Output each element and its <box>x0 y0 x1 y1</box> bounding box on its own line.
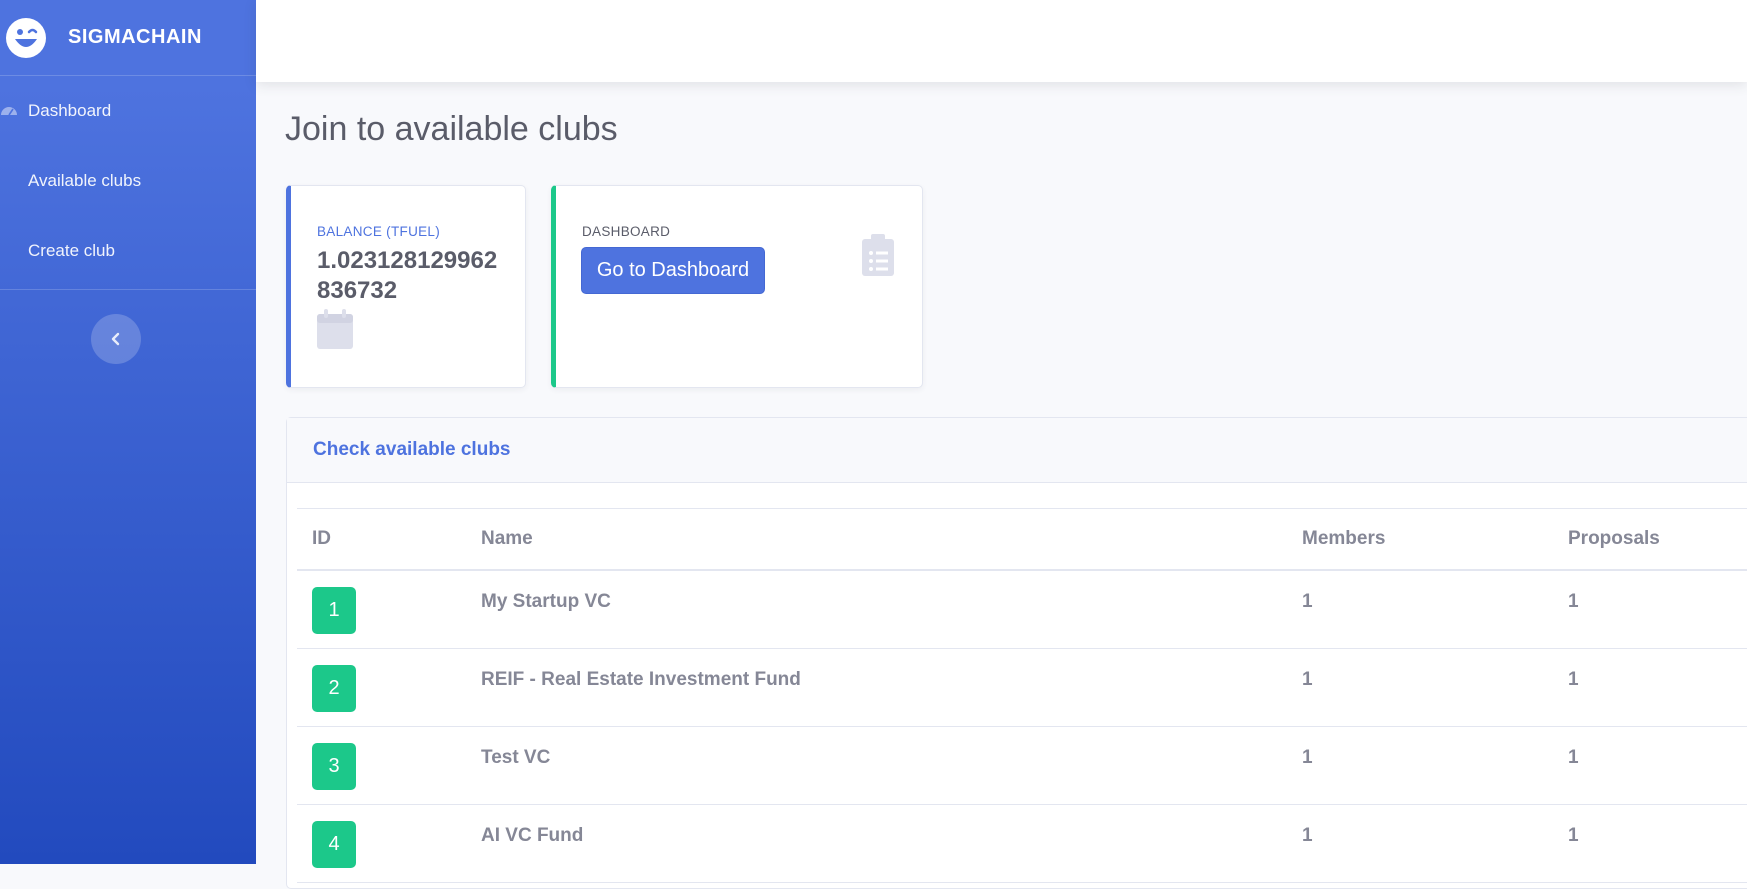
club-proposals: 1 <box>1568 747 1579 768</box>
club-members: 1 <box>1302 669 1313 690</box>
column-header-proposals: Proposals <box>1568 508 1747 571</box>
laugh-wink-icon <box>6 17 46 58</box>
sidebar-item-label: Available clubs <box>28 171 142 190</box>
calendar-icon <box>317 309 353 349</box>
club-proposals: 1 <box>1568 591 1579 612</box>
table-row[interactable]: 3 Test VC 1 1 <box>297 726 1747 805</box>
brand[interactable]: SIGMACHAIN <box>0 0 256 76</box>
clubs-card-header: Check available clubs <box>287 418 1747 483</box>
club-proposals: 1 <box>1568 669 1579 690</box>
club-name: My Startup VC <box>481 591 611 612</box>
table-row[interactable]: 4 AI VC Fund 1 1 <box>297 804 1747 883</box>
chevron-left-icon <box>111 332 120 346</box>
club-id-badge[interactable]: 2 <box>312 665 356 712</box>
club-members: 1 <box>1302 591 1313 612</box>
go-to-dashboard-button[interactable]: Go to Dashboard <box>581 247 765 294</box>
club-members: 1 <box>1302 825 1313 846</box>
table-header-row: ID Name Members Proposals <box>297 508 1747 571</box>
club-id-badge[interactable]: 1 <box>312 587 356 634</box>
club-name: REIF - Real Estate Investment Fund <box>481 669 801 690</box>
balance-value: 1.023128129962836732 <box>317 247 498 304</box>
clubs-card-title: Check available clubs <box>313 439 511 460</box>
column-header-members: Members <box>1302 508 1568 571</box>
club-members: 1 <box>1302 747 1313 768</box>
clubs-table: ID Name Members Proposals 1 My Startup V… <box>297 508 1747 883</box>
tachometer-icon <box>1 107 17 116</box>
balance-card: BALANCE (TFUEL) 1.023128129962836732 <box>286 185 526 388</box>
club-name: AI VC Fund <box>481 825 584 846</box>
club-name: Test VC <box>481 747 551 768</box>
sidebar-item-available-clubs[interactable]: Available clubs <box>0 146 256 216</box>
club-id-badge[interactable]: 4 <box>312 821 356 868</box>
sidebar-nav: Dashboard Available clubs Create club <box>0 76 256 286</box>
dashboard-label: DASHBOARD <box>582 224 671 239</box>
sidebar-toggle-button[interactable] <box>91 314 141 364</box>
sidebar-item-label: Create club <box>28 241 115 260</box>
sidebar-item-dashboard[interactable]: Dashboard <box>0 76 256 146</box>
clipboard-list-icon <box>862 234 894 276</box>
column-header-name: Name <box>481 508 1302 571</box>
brand-name: SIGMACHAIN <box>68 26 202 48</box>
topbar <box>256 0 1747 82</box>
table-row[interactable]: 1 My Startup VC 1 1 <box>297 570 1747 649</box>
column-header-id: ID <box>297 508 481 571</box>
club-proposals: 1 <box>1568 825 1579 846</box>
clubs-card: Check available clubs ID Name Members Pr… <box>286 417 1747 889</box>
page-title: Join to available clubs <box>285 110 618 148</box>
table-row[interactable]: 2 REIF - Real Estate Investment Fund 1 1 <box>297 648 1747 727</box>
club-id-badge[interactable]: 3 <box>312 743 356 790</box>
sidebar-divider <box>0 289 256 290</box>
balance-label: BALANCE (TFUEL) <box>317 224 441 239</box>
sidebar: SIGMACHAIN Dashboard Available clubs Cre… <box>0 0 256 864</box>
dashboard-card: DASHBOARD Go to Dashboard <box>551 185 923 388</box>
sidebar-item-label: Dashboard <box>28 101 112 120</box>
sidebar-item-create-club[interactable]: Create club <box>0 216 256 286</box>
